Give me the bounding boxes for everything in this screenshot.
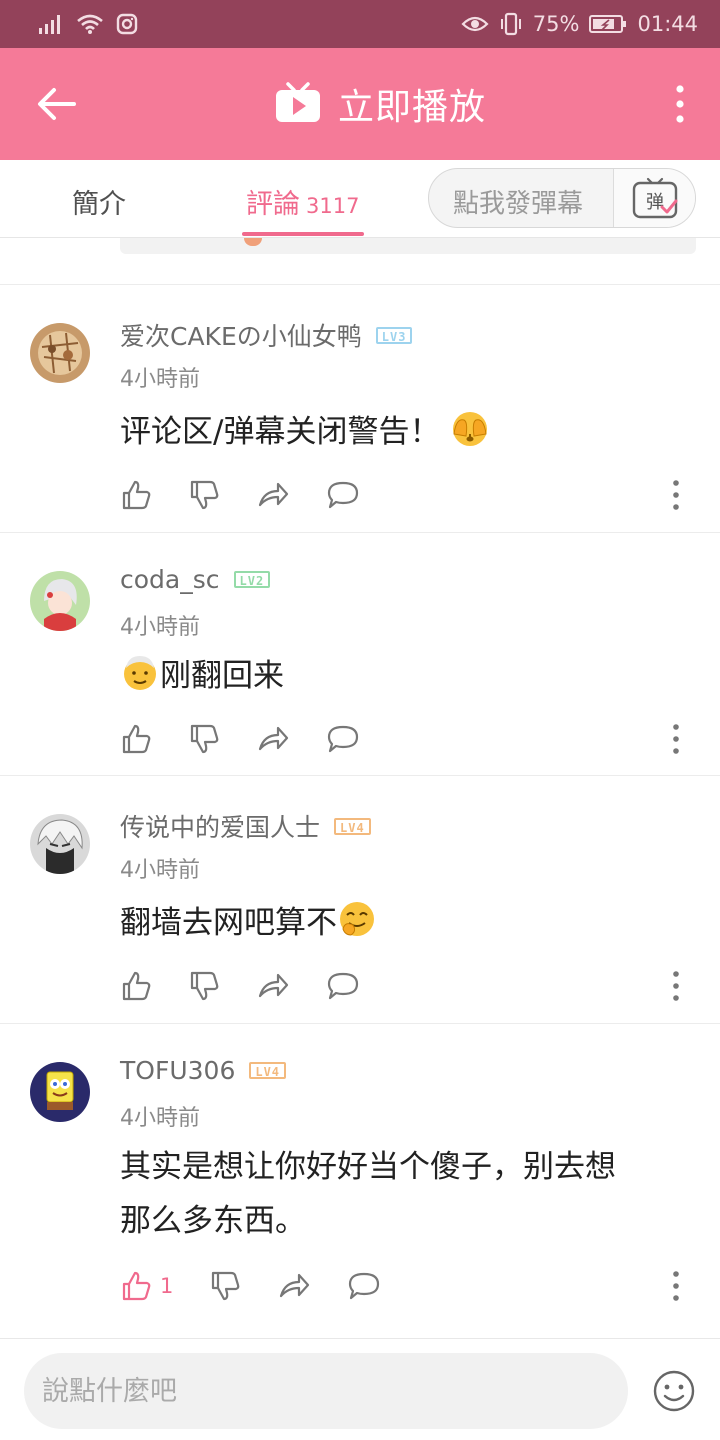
play-now-title[interactable]: 立即播放 [274, 78, 486, 130]
comment-item: 爱次CAKEの小仙女鸭 LV3 4小時前 评论区/弹幕关闭警告！ [0, 284, 720, 532]
battery-icon [589, 15, 627, 33]
tv-play-icon [276, 82, 320, 122]
eye-icon [461, 16, 489, 32]
dislike-icon[interactable] [209, 1270, 241, 1302]
comments-count: 3117 [306, 194, 360, 218]
comment-time: 4小時前 [120, 615, 200, 640]
level-badge: LV4 [334, 817, 371, 835]
username[interactable]: 传说中的爱国人士 [120, 808, 320, 844]
share-icon[interactable] [256, 723, 290, 755]
comment-more-icon[interactable] [666, 968, 686, 1004]
tab-intro[interactable]: 簡介 [72, 182, 126, 221]
wifi-icon [77, 14, 103, 34]
tab-comments[interactable]: 評論 3117 [246, 182, 359, 221]
level-badge: LV4 [249, 1062, 287, 1079]
level-badge: LV3 [375, 326, 413, 344]
username[interactable]: 爱次CAKEの小仙女鸭 [120, 317, 362, 353]
tab-bar: 簡介 評論 3117 點我發彈幕 弹 [0, 160, 720, 238]
comment-text-line: 那么多东西。 [120, 1203, 306, 1239]
like-icon[interactable] [120, 479, 152, 511]
comment-text: 翻墙去网吧算不 [120, 898, 690, 948]
comment-time: 4小時前 [120, 367, 200, 392]
comment-text-content: 评论区/弹幕关闭警告！ [120, 414, 441, 450]
like-icon [122, 1271, 151, 1301]
battery-percent: 75% [532, 12, 580, 36]
danmaku-button-label: 點我發彈幕 [453, 189, 584, 219]
old-man-emoji [124, 656, 156, 690]
signal-icon [39, 15, 60, 34]
like-button[interactable]: 1 [120, 1270, 173, 1302]
instagram-icon [116, 13, 138, 35]
tab-comments-label: 評論 [246, 189, 300, 220]
comment-item: 传说中的爱国人士 LV4 4小時前 翻墙去网吧算不 [0, 775, 720, 1023]
avatar[interactable] [30, 323, 90, 383]
username[interactable]: TOFU306 [120, 1056, 235, 1085]
danmaku-tv-icon: 弹 [632, 177, 678, 219]
share-icon[interactable] [256, 479, 290, 511]
comment-text-line: 其实是想让你好好当个傻子，别去想 [120, 1149, 616, 1185]
clock: 01:44 [637, 12, 698, 36]
like-icon[interactable] [120, 970, 152, 1002]
comment-text: 其实是想让你好好当个傻子，别去想 那么多东西。 [120, 1140, 690, 1248]
level-badge: LV2 [233, 571, 271, 588]
comment-time: 4小時前 [120, 1106, 200, 1131]
danmaku-toggle[interactable]: 弹 [613, 169, 695, 227]
comment-text: 刚翻回来 [120, 651, 690, 701]
giggle-emoji [340, 902, 374, 936]
avatar[interactable] [30, 1062, 90, 1122]
dislike-icon[interactable] [188, 970, 220, 1002]
reply-icon[interactable] [347, 1270, 381, 1302]
more-options-icon[interactable] [670, 84, 690, 124]
dislike-icon[interactable] [188, 723, 220, 755]
share-icon[interactable] [277, 1270, 311, 1302]
comment-more-icon[interactable] [666, 721, 686, 757]
share-icon[interactable] [256, 970, 290, 1002]
reply-icon[interactable] [326, 970, 360, 1002]
page-title: 立即播放 [338, 87, 487, 128]
active-tab-indicator [242, 232, 364, 236]
reply-icon[interactable] [326, 479, 360, 511]
hands-over-eyes-emoji [453, 412, 488, 446]
remnant-avatar-edge [244, 238, 262, 246]
avatar[interactable] [30, 814, 90, 874]
app-bar: 立即播放 [0, 48, 720, 160]
previous-card-remnant [120, 238, 696, 254]
like-icon[interactable] [120, 723, 152, 755]
send-danmaku-button[interactable]: 點我發彈幕 弹 [428, 168, 696, 228]
comment-text-content: 刚翻回来 [160, 658, 284, 694]
avatar[interactable] [30, 571, 90, 631]
danmaku-icon-char: 弹 [646, 192, 664, 213]
reply-icon[interactable] [326, 723, 360, 755]
comment-more-icon[interactable] [666, 477, 686, 513]
back-arrow-icon[interactable] [34, 84, 78, 124]
status-bar: 75% 01:44 [0, 0, 720, 48]
comment-time: 4小時前 [120, 858, 200, 883]
comment-item: coda_sc LV2 4小時前 刚翻回来 [0, 532, 720, 775]
dislike-icon[interactable] [188, 479, 220, 511]
comment-more-icon[interactable] [666, 1268, 686, 1304]
comment-item: TOFU306 LV4 4小時前 其实是想让你好好当个傻子，别去想 那么多东西。… [0, 1023, 720, 1323]
like-count: 1 [160, 1274, 174, 1298]
emoji-picker-icon[interactable] [652, 1369, 696, 1413]
comment-input-bar [0, 1338, 720, 1440]
comment-text-content: 翻墙去网吧算不 [120, 905, 337, 941]
comment-text: 评论区/弹幕关闭警告！ [120, 407, 690, 457]
username[interactable]: coda_sc [120, 565, 220, 594]
comment-input[interactable] [24, 1353, 628, 1429]
vibrate-icon [500, 12, 521, 36]
